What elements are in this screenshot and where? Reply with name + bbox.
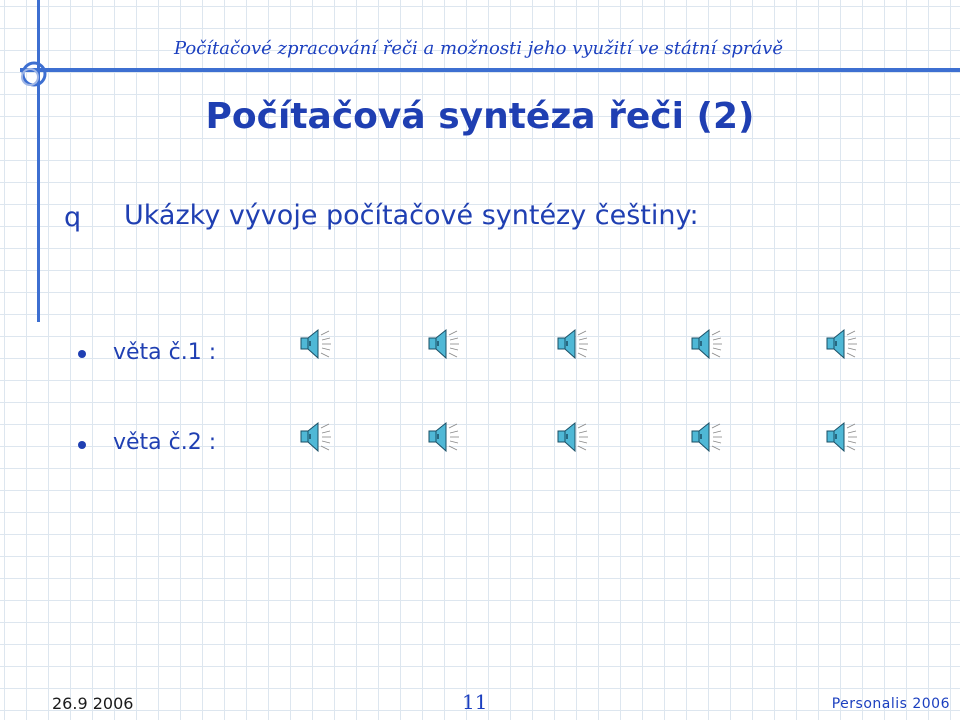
footer-organization: Personalis 2006	[831, 696, 950, 712]
speaker-icon[interactable]	[824, 420, 858, 454]
page-number: 11	[462, 690, 488, 714]
presentation-header: Počítačové zpracování řeči a možnosti je…	[174, 38, 783, 59]
decorative-vertical-line	[37, 0, 40, 322]
footer-date: 26.9 2006	[52, 694, 134, 713]
speaker-icon[interactable]	[824, 327, 858, 361]
speaker-icon[interactable]	[298, 327, 332, 361]
row-bullet-dot	[78, 350, 86, 358]
row-bullet-dot	[78, 441, 86, 449]
sentence-1-label: věta č.1 :	[113, 340, 217, 365]
speaker-icon[interactable]	[426, 327, 460, 361]
speaker-icon[interactable]	[689, 420, 723, 454]
circle-logo-icon	[21, 61, 47, 87]
decorative-horizontal-line	[20, 68, 960, 72]
main-bullet-text: Ukázky vývoje počítačové syntézy češtiny…	[124, 200, 699, 231]
main-bullet-symbol: q	[64, 202, 82, 233]
speaker-icon[interactable]	[555, 327, 589, 361]
speaker-icon[interactable]	[426, 420, 460, 454]
speaker-icon[interactable]	[298, 420, 332, 454]
slide-title: Počítačová syntéza řeči (2)	[205, 96, 755, 137]
speaker-icon[interactable]	[555, 420, 589, 454]
sentence-2-label: věta č.2 :	[113, 430, 217, 455]
speaker-icon[interactable]	[689, 327, 723, 361]
